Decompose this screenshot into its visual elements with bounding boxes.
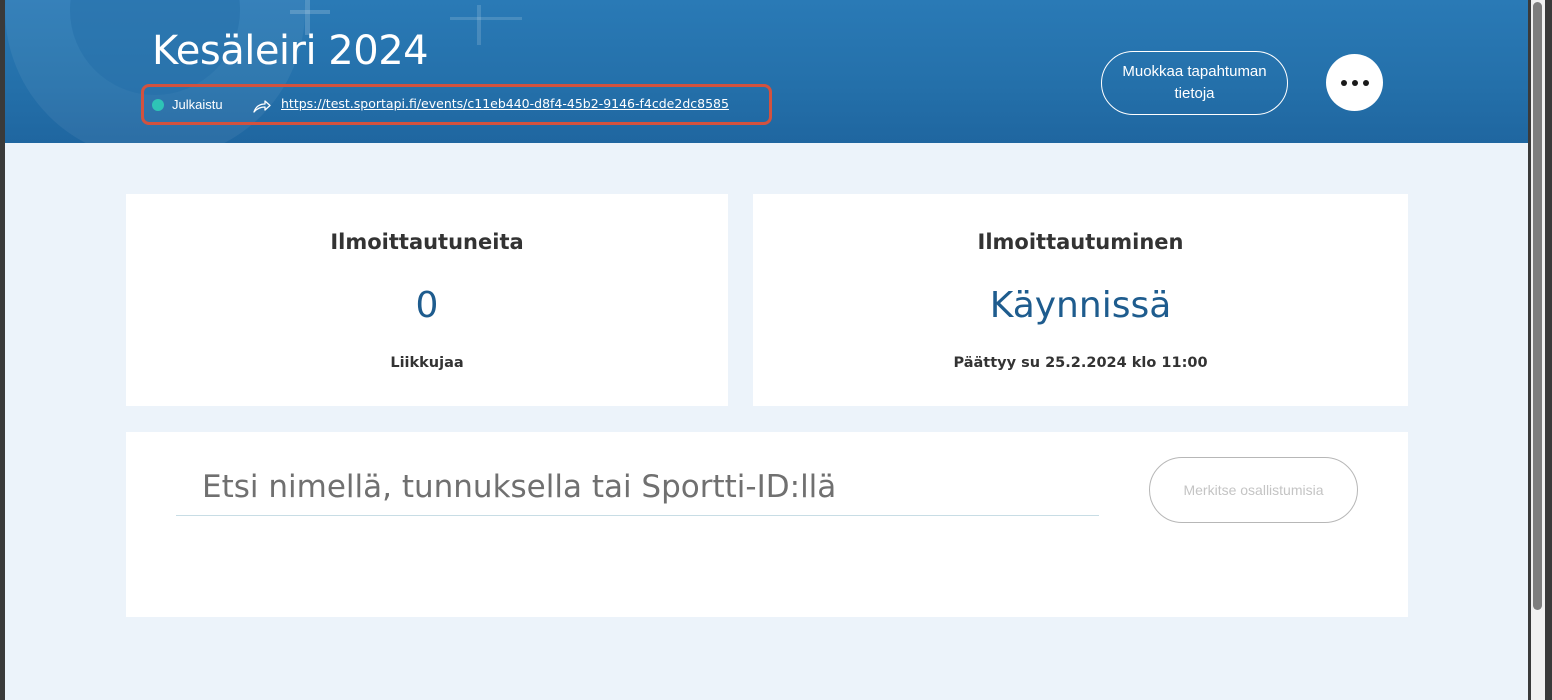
page-title: Kesäleiri 2024: [152, 28, 429, 74]
status-badge: Julkaistu: [172, 97, 223, 112]
registrations-unit: Liikkujaa: [390, 355, 464, 371]
registrations-title: Ilmoittautuneita: [330, 230, 524, 254]
scrollbar-thumb[interactable]: [1533, 2, 1542, 610]
event-url-link[interactable]: https://test.sportapi.fi/events/c11eb440…: [281, 96, 729, 111]
more-horizontal-icon: [1340, 79, 1347, 86]
edit-event-button[interactable]: Muokkaa tapahtuman tietoja: [1101, 51, 1288, 115]
more-horizontal-icon: [1362, 79, 1369, 86]
more-options-button[interactable]: [1326, 54, 1383, 111]
more-horizontal-icon: [1351, 79, 1358, 86]
participants-panel: Merkitse osallistumisia: [126, 432, 1408, 617]
registrations-count: 0: [415, 285, 439, 326]
mark-attendance-button[interactable]: Merkitse osallistumisia: [1149, 457, 1358, 523]
registration-status-title: Ilmoittautuminen: [977, 230, 1184, 254]
registration-end-date: Päättyy su 25.2.2024 klo 11:00: [953, 355, 1208, 371]
registration-status-value: Käynnissä: [989, 285, 1172, 326]
registration-status-card: Ilmoittautuminen Käynnissä Päättyy su 25…: [753, 194, 1408, 406]
share-arrow-icon: [253, 100, 271, 113]
status-indicator-icon: [152, 99, 164, 111]
registrations-card: Ilmoittautuneita 0 Liikkujaa: [126, 194, 728, 406]
event-header: Kesäleiri 2024 Julkaistu https://test.sp…: [5, 0, 1528, 143]
mark-attendance-button-label: Merkitse osallistumisia: [1183, 482, 1324, 498]
edit-event-button-label: Muokkaa tapahtuman tietoja: [1122, 63, 1267, 102]
participant-search-input[interactable]: [176, 458, 1099, 516]
app-root: Kesäleiri 2024 Julkaistu https://test.sp…: [5, 0, 1528, 700]
